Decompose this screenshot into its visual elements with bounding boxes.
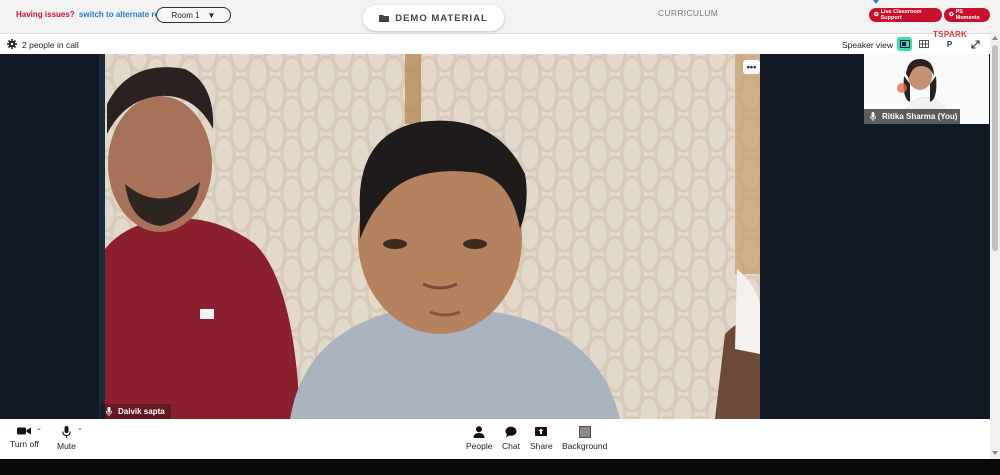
chevron-down-icon[interactable]: ⌄ bbox=[77, 424, 83, 432]
mute-label: Mute bbox=[57, 441, 76, 451]
self-video-thumbnail[interactable]: Ritika Sharma (You) bbox=[864, 54, 989, 124]
microphone-icon bbox=[870, 112, 876, 121]
self-participant-name: Ritika Sharma (You) bbox=[882, 112, 958, 121]
person-icon bbox=[473, 426, 485, 438]
scrollbar-thumb[interactable] bbox=[992, 45, 998, 251]
people-label: People bbox=[466, 441, 493, 451]
page-scrollbar[interactable] bbox=[990, 33, 1000, 459]
scroll-down-arrow-icon[interactable] bbox=[992, 451, 998, 455]
live-classroom-support-button[interactable]: ✪ Live Classroom Support bbox=[869, 8, 942, 22]
chat-label: Chat bbox=[502, 441, 520, 451]
self-participant-tag: Ritika Sharma (You) bbox=[864, 109, 960, 124]
chevron-down-icon[interactable]: ⌄ bbox=[36, 424, 42, 432]
microphone-icon bbox=[62, 426, 71, 438]
demo-material-label: DEMO MATERIAL bbox=[395, 12, 488, 24]
turn-off-camera-button[interactable]: Turn off ⌄ bbox=[10, 424, 42, 449]
background-icon bbox=[578, 426, 591, 438]
ps-moments-label: PS Moments bbox=[955, 9, 980, 21]
turn-off-label: Turn off bbox=[10, 439, 39, 449]
folder-icon bbox=[379, 15, 390, 22]
bottom-strip bbox=[0, 459, 1000, 475]
speaker-view-button[interactable] bbox=[897, 37, 912, 51]
chat-button[interactable]: Chat bbox=[502, 426, 520, 451]
brand-logo-text: TSPARK bbox=[933, 30, 968, 39]
more-options-button[interactable]: ••• bbox=[743, 60, 760, 74]
background-label: Background bbox=[562, 441, 608, 451]
live-support-label: Live Classroom Support bbox=[880, 9, 922, 21]
camera-icon bbox=[17, 427, 32, 435]
curriculum-link[interactable]: CURRICULUM bbox=[658, 8, 718, 18]
main-participant-name: Daivik sapta bbox=[118, 407, 165, 416]
expand-icon bbox=[971, 39, 980, 49]
share-screen-icon bbox=[535, 427, 548, 436]
share-label: Share bbox=[530, 441, 553, 451]
video-stage: ••• Daivik sapta Ritika Sharma (You) bbox=[0, 54, 990, 419]
chat-bubble-icon bbox=[505, 426, 517, 438]
share-button[interactable]: Share bbox=[530, 426, 553, 451]
caret-down-icon: ▼ bbox=[207, 10, 216, 20]
people-button[interactable]: People bbox=[466, 426, 492, 451]
mute-button[interactable]: Mute ⌄ bbox=[57, 425, 83, 451]
main-video-feed[interactable] bbox=[99, 54, 760, 419]
grid-icon bbox=[918, 40, 929, 48]
issues-notice: Having issues? switch to alternate room bbox=[16, 10, 171, 19]
fullscreen-button[interactable] bbox=[968, 37, 983, 51]
microphone-icon bbox=[106, 407, 112, 416]
background-button[interactable]: Background bbox=[562, 426, 607, 451]
star-icon: ✪ bbox=[949, 12, 954, 18]
demo-material-button[interactable]: DEMO MATERIAL bbox=[363, 5, 504, 31]
speaker-layout-icon bbox=[899, 40, 910, 48]
top-bar: Having issues? switch to alternate room … bbox=[0, 0, 1000, 33]
room-select[interactable]: Room 1 ▼ bbox=[156, 7, 231, 23]
issues-question: Having issues? bbox=[16, 10, 75, 19]
grid-view-button[interactable] bbox=[916, 37, 931, 51]
room-select-value: Room 1 bbox=[171, 10, 200, 20]
speaker-view-label: Speaker view bbox=[842, 40, 894, 50]
gear-icon[interactable] bbox=[7, 39, 17, 49]
help-icon: ✪ bbox=[874, 12, 879, 18]
main-participant-tag: Daivik sapta bbox=[100, 404, 171, 419]
scroll-up-arrow-icon[interactable] bbox=[992, 36, 998, 40]
participant-video-image bbox=[105, 54, 760, 419]
call-header: 2 people in call Speaker view P bbox=[0, 33, 990, 54]
people-count: 2 people in call bbox=[22, 40, 79, 50]
call-toolbar: Turn off ⌄ Mute ⌄ People Chat Share Back… bbox=[0, 419, 990, 459]
p-view-button[interactable]: P bbox=[942, 37, 957, 51]
ps-moments-button[interactable]: ✪ PS Moments bbox=[944, 8, 990, 22]
indicator-marker bbox=[873, 0, 879, 4]
